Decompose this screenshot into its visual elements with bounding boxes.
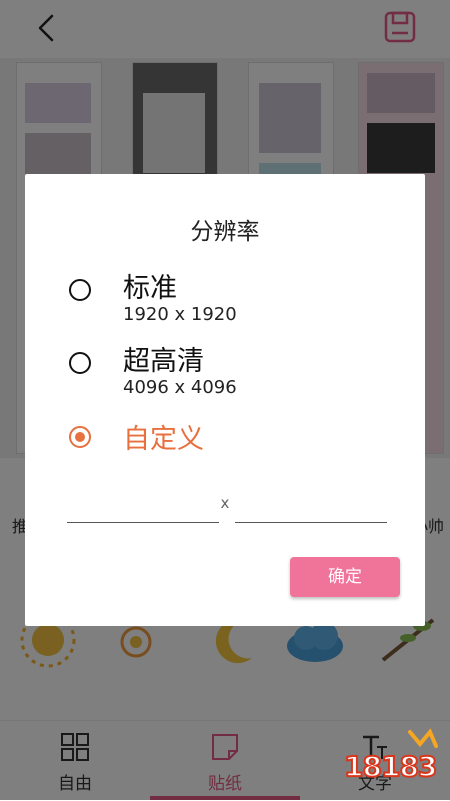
radio-checked-icon[interactable]: [69, 426, 91, 448]
option-resolution: 4096 x 4096: [123, 377, 237, 398]
option-label: 标准: [123, 273, 177, 304]
resolution-dialog: 分辨率 标准 1920 x 1920 超高清 4096 x 4096 自定义 x…: [25, 174, 425, 626]
radio-unchecked-icon[interactable]: [69, 279, 91, 301]
watermark-logo: 18183: [340, 728, 448, 788]
radio-unchecked-icon[interactable]: [69, 352, 91, 374]
option-standard[interactable]: 标准 1920 x 1920: [25, 264, 425, 330]
option-label: 超高清: [123, 346, 204, 377]
option-ultra-hd[interactable]: 超高清 4096 x 4096: [25, 337, 425, 403]
option-custom[interactable]: 自定义: [25, 417, 425, 483]
dimension-separator: x: [220, 494, 230, 512]
custom-width-input[interactable]: [67, 490, 219, 523]
option-label: 自定义: [123, 424, 204, 455]
custom-height-input[interactable]: [235, 490, 387, 523]
option-resolution: 1920 x 1920: [123, 304, 237, 325]
confirm-button[interactable]: 确定: [290, 557, 400, 597]
dialog-title: 分辨率: [190, 219, 260, 245]
watermark-text: 18183: [343, 749, 438, 784]
